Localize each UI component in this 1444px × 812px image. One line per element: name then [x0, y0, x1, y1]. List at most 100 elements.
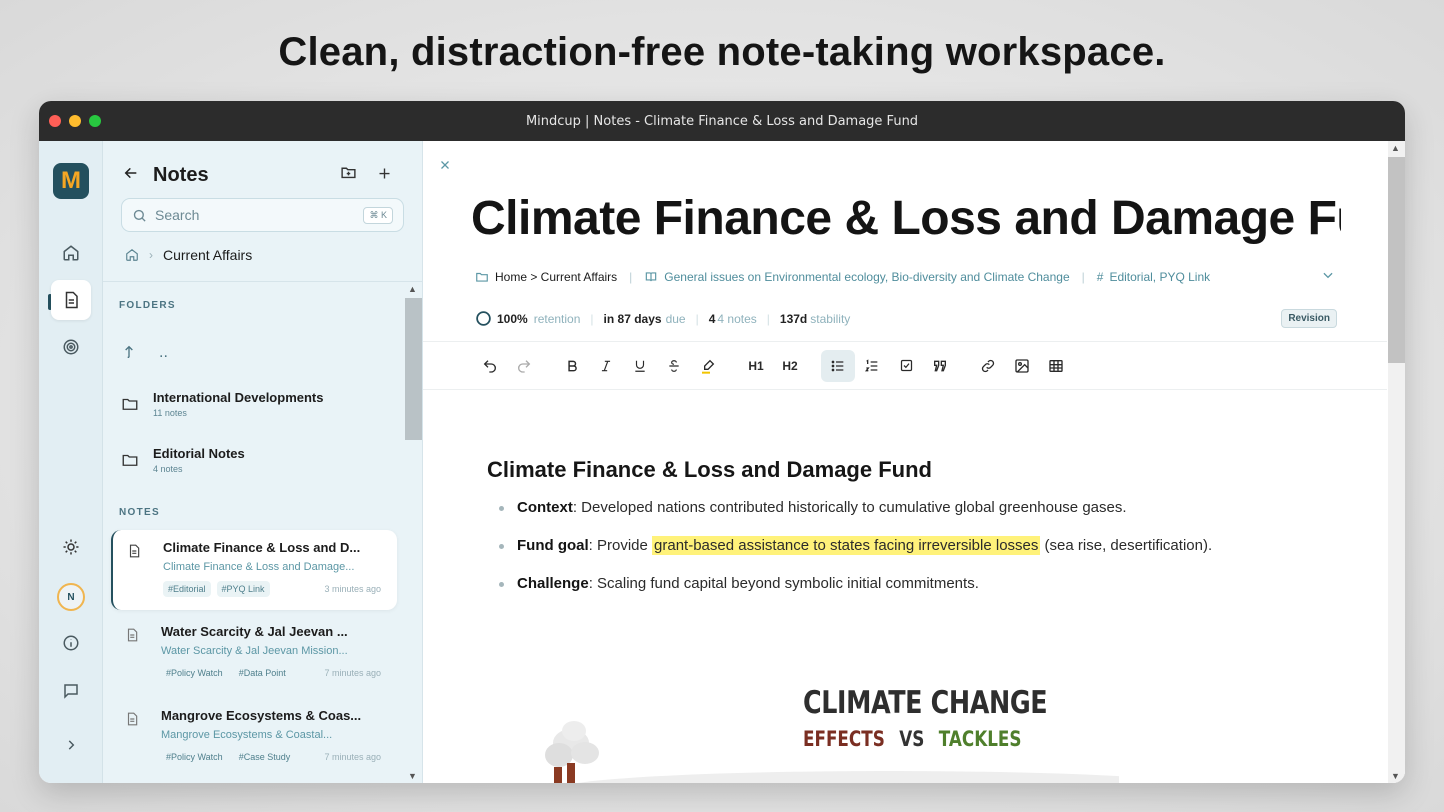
italic-button[interactable]: [589, 350, 623, 382]
redo-button[interactable]: [507, 350, 541, 382]
document-topic[interactable]: General issues on Environmental ecology,…: [664, 270, 1069, 284]
heading-1-button[interactable]: H1: [739, 350, 773, 382]
highlighter-icon: [702, 359, 715, 374]
folder-name: International Developments: [153, 390, 324, 405]
highlight-button[interactable]: [691, 350, 725, 382]
notes-panel: Notes Search ⌘ K › Current Affairs FOLDE…: [103, 141, 423, 783]
note-tag[interactable]: #PYQ Link: [216, 581, 270, 597]
back-button[interactable]: [123, 165, 153, 186]
revision-badge[interactable]: Revision: [1281, 309, 1337, 328]
minimize-window-button[interactable]: [69, 115, 81, 127]
bullet-label: Challenge: [517, 575, 589, 592]
image-title: CLIMATE CHANGE: [803, 685, 1048, 721]
content-heading: Climate Finance & Loss and Damage Fund: [487, 457, 932, 482]
checklist-button[interactable]: [889, 350, 923, 382]
note-tag[interactable]: #Data Point: [234, 665, 291, 681]
message-icon: [64, 684, 78, 699]
chevron-right-icon: [68, 740, 75, 750]
folder-icon: [122, 454, 138, 466]
note-tag[interactable]: #Policy Watch: [161, 665, 228, 681]
folder-icon: [476, 272, 488, 282]
user-avatar[interactable]: N: [57, 583, 85, 611]
study-stats: 100% retention | in 87 days due | 4 4 no…: [475, 309, 1337, 328]
note-item[interactable]: Water Scarcity & Jal Jeevan ... Water Sc…: [111, 614, 397, 694]
search-input[interactable]: Search ⌘ K: [121, 198, 404, 232]
scrollbar-thumb[interactable]: [1388, 157, 1405, 363]
breadcrumb-current[interactable]: Current Affairs: [163, 247, 252, 263]
window-title: Mindcup | Notes - Climate Finance & Loss…: [525, 113, 919, 129]
document-content[interactable]: Climate Finance & Loss and Damage Fund C…: [487, 457, 1347, 609]
bold-button[interactable]: [555, 350, 589, 382]
note-subtitle: Mangrove Ecosystems & Coastal...: [161, 729, 333, 741]
home-button[interactable]: [51, 233, 91, 273]
note-item[interactable]: Climate Finance & Loss and D... Climate …: [111, 530, 397, 610]
note-tag[interactable]: #Editorial: [163, 581, 211, 597]
editor-scrollbar[interactable]: ▲ ▼: [1388, 141, 1405, 783]
bullet-list: Context: Developed nations contributed h…: [487, 495, 1347, 609]
new-note-button[interactable]: [366, 165, 402, 186]
notes-label: NOTES: [119, 507, 160, 518]
maximize-window-button[interactable]: [89, 115, 101, 127]
document-path[interactable]: Home > Current Affairs: [495, 270, 617, 284]
notes-button[interactable]: [51, 280, 91, 320]
arrow-up-icon: [125, 345, 133, 358]
close-window-button[interactable]: [49, 115, 61, 127]
strikethrough-button[interactable]: [657, 350, 691, 382]
panel-scrollbar[interactable]: ▲ ▼: [405, 282, 422, 783]
editor-pane: Climate Finance & Loss and Damage Fu Hom…: [423, 141, 1405, 783]
panel-title: Notes: [153, 163, 209, 186]
scroll-up-icon[interactable]: ▲: [408, 284, 417, 294]
folder-count: 4 notes: [153, 464, 183, 474]
note-title: Climate Finance & Loss and D...: [163, 540, 361, 555]
panel-header: Notes: [123, 163, 402, 187]
parent-folder-row[interactable]: ..: [123, 344, 168, 362]
app-logo[interactable]: M: [53, 163, 89, 199]
home-icon[interactable]: [125, 248, 139, 262]
numbered-list-button[interactable]: [855, 350, 889, 382]
embedded-image[interactable]: CLIMATE CHANGE EFFECTS VS TACKLES: [519, 671, 1119, 783]
home-icon: [63, 245, 79, 261]
note-tag[interactable]: #Case Study: [234, 749, 296, 765]
notes-count-value: 4: [708, 311, 716, 326]
search-icon: [133, 209, 146, 222]
folder-item[interactable]: Editorial Notes 4 notes: [121, 446, 245, 474]
info-button[interactable]: [51, 623, 91, 663]
close-editor-button[interactable]: [439, 155, 451, 176]
table-button[interactable]: [1039, 350, 1073, 382]
document-tags[interactable]: Editorial, PYQ Link: [1109, 270, 1210, 284]
bullet-list-button[interactable]: [821, 349, 855, 382]
bullet-text: (sea rise, desertification).: [1040, 537, 1213, 554]
hash-icon: #: [1096, 269, 1104, 284]
target-button[interactable]: [51, 327, 91, 367]
note-time: 7 minutes ago: [324, 668, 381, 678]
image-effects: EFFECTS: [803, 727, 885, 751]
scrollbar-thumb[interactable]: [405, 298, 422, 440]
undo-button[interactable]: [473, 350, 507, 382]
expand-meta-button[interactable]: [1321, 268, 1335, 285]
underline-button[interactable]: [623, 350, 657, 382]
note-tag[interactable]: #Policy Watch: [161, 749, 228, 765]
document-icon: [65, 291, 78, 309]
close-icon: [441, 161, 449, 169]
document-title[interactable]: Climate Finance & Loss and Damage Fu: [471, 191, 1341, 246]
quote-button[interactable]: [923, 350, 957, 382]
scroll-down-icon[interactable]: ▼: [408, 771, 417, 781]
new-folder-button[interactable]: [330, 164, 366, 186]
feedback-button[interactable]: [51, 671, 91, 711]
note-item[interactable]: Mangrove Ecosystems & Coas... Mangrove E…: [111, 698, 397, 778]
image-button[interactable]: [1005, 350, 1039, 382]
heading-2-button[interactable]: H2: [773, 350, 807, 382]
parent-folder-label: ..: [159, 344, 168, 361]
scroll-up-icon[interactable]: ▲: [1391, 143, 1400, 153]
expand-rail-button[interactable]: [51, 725, 91, 765]
document-meta: Home > Current Affairs | General issues …: [475, 268, 1335, 285]
app-window: Mindcup | Notes - Climate Finance & Loss…: [39, 101, 1405, 783]
numbered-list-icon: [865, 358, 878, 371]
arrow-left-icon: [124, 167, 137, 178]
theme-toggle-button[interactable]: [51, 527, 91, 567]
link-button[interactable]: [971, 350, 1005, 382]
highlighted-text: grant-based assistance to states facing …: [652, 536, 1041, 555]
search-shortcut: ⌘ K: [363, 206, 393, 224]
scroll-down-icon[interactable]: ▼: [1391, 771, 1400, 781]
folder-item[interactable]: International Developments 11 notes: [121, 390, 323, 418]
